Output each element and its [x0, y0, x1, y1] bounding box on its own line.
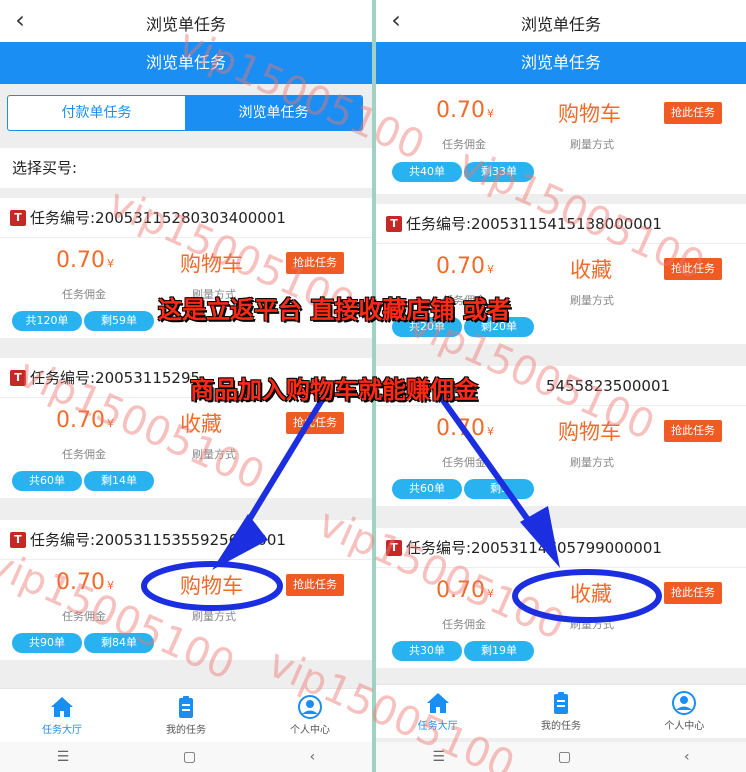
task-card-header: T 任务编号:20053115415138000001: [376, 204, 746, 244]
home-icon: [426, 693, 449, 713]
commission-label: 任务佣金: [62, 288, 106, 301]
total-orders-badge: 共40单: [392, 162, 462, 182]
tab-task-hall[interactable]: 任务大厅: [0, 689, 124, 742]
task-card-header: T 任务编号:20053114705799000001: [376, 528, 746, 568]
method-label: 刷量方式: [570, 456, 614, 469]
commission-label: 任务佣金: [62, 448, 106, 461]
back-icon[interactable]: ‹: [310, 749, 316, 765]
menu-icon[interactable]: ☰: [432, 749, 445, 765]
commission-price: 0.70 ¥: [436, 578, 494, 603]
commission-price: 0.70 ¥: [56, 248, 114, 273]
tab-browse-task[interactable]: 浏览单任务: [185, 96, 362, 130]
total-orders-badge: 共60单: [12, 471, 82, 491]
task-method: 收藏: [570, 582, 612, 606]
task-method: 收藏: [180, 412, 222, 436]
top-bar: ‹ 浏览单任务: [376, 0, 746, 42]
remaining-orders-badge: 剩59单: [84, 311, 154, 331]
overlay-caption-line1: 这是立返平台 直接收藏店铺 或者: [158, 296, 511, 324]
method-label: 刷量方式: [192, 610, 236, 623]
task-list: 0.70 ¥ 任务佣金 购物车 刷量方式 抢此任务 共40单 剩33单 T 任务编…: [376, 42, 746, 684]
home-square-icon[interactable]: ▢: [558, 749, 571, 765]
commission-label: 任务佣金: [442, 618, 486, 631]
commission-price: 0.70 ¥: [56, 408, 114, 433]
home-icon: [51, 697, 73, 717]
grab-task-button[interactable]: 抢此任务: [664, 102, 722, 124]
bottom-tab-bar: 任务大厅 我的任务 个人中心: [0, 688, 372, 742]
task-method: 购物车: [558, 102, 621, 126]
task-card: T 任务编号:20053115355925600001 0.70 ¥ 任务佣金 购…: [0, 520, 372, 660]
task-card-header: T 任务编号:20053115355925600001: [0, 520, 372, 560]
remaining-orders-badge: 剩33单: [464, 162, 534, 182]
remaining-orders-badge: 剩5: [464, 479, 534, 499]
method-label: 刷量方式: [570, 618, 614, 631]
bottom-tab-bar: 任务大厅 我的任务 个人中心: [376, 684, 746, 738]
system-nav-bar: ☰ ▢ ‹: [0, 742, 372, 772]
grab-task-button[interactable]: 抢此任务: [664, 582, 722, 604]
overlay-caption-line2: 商品加入购物车就能赚佣金: [190, 376, 478, 404]
remaining-orders-badge: 剩14单: [84, 471, 154, 491]
commission-label: 任务佣金: [62, 610, 106, 623]
task-list: T 任务编号:2005311528030340000​1 0.70 ¥ 任务佣金 …: [0, 198, 372, 692]
total-orders-badge: 共60单: [392, 479, 462, 499]
method-label: 刷量方式: [570, 294, 614, 307]
commission-price: 0.70 ¥: [436, 254, 494, 279]
back-icon[interactable]: ‹: [684, 749, 690, 765]
select-buyer-row[interactable]: 选择买号:: [0, 148, 372, 188]
tab-my-tasks[interactable]: 我的任务: [124, 689, 248, 742]
banner-title: 浏览单任务: [0, 42, 372, 84]
tmall-icon: T: [386, 539, 402, 556]
task-method: 收藏: [570, 258, 612, 282]
task-id: 任务编号:20053115415138000001: [406, 215, 662, 233]
clipboard-icon: [179, 696, 193, 718]
tab-task-hall[interactable]: 任务大厅: [376, 685, 499, 738]
total-orders-badge: 共30单: [392, 641, 462, 661]
home-square-icon[interactable]: ▢: [183, 749, 196, 765]
user-icon: [672, 691, 697, 715]
remaining-orders-badge: 剩19单: [464, 641, 534, 661]
grab-task-button[interactable]: 抢此任务: [286, 412, 344, 434]
task-id: 任务编号:20053115355925600001: [30, 531, 286, 549]
system-nav-bar: ☰ ▢ ‹: [376, 742, 746, 772]
task-card: 0.70 ¥ 任务佣金 购物车 刷量方式 抢此任务 共40单 剩33单: [376, 84, 746, 194]
tab-personal-center[interactable]: 个人中心: [623, 685, 746, 738]
commission-price: 0.70 ¥: [56, 570, 114, 595]
task-method: 购物车: [180, 574, 243, 598]
tab-payment-task[interactable]: 付款单任务: [8, 96, 185, 130]
grab-task-button[interactable]: 抢此任务: [286, 574, 344, 596]
tmall-icon: T: [10, 369, 26, 386]
task-method: 购物车: [180, 252, 243, 276]
tmall-icon: T: [10, 209, 26, 226]
clipboard-icon: [553, 692, 568, 714]
page-title: 浏览单任务: [520, 15, 601, 34]
page-title: 浏览单任务: [145, 15, 226, 34]
task-id: 任务编号:20053114705799000001: [406, 539, 662, 557]
task-id: 任务编号:20053115295: [30, 369, 201, 387]
commission-price: 0.70 ¥: [436, 416, 494, 441]
commission-label: 任务佣金: [442, 456, 486, 469]
task-id: 任务编号:2005311528030340000​1: [30, 209, 286, 227]
tmall-icon: T: [10, 531, 26, 548]
grab-task-button[interactable]: 抢此任务: [664, 258, 722, 280]
grab-task-button[interactable]: 抢此任务: [664, 420, 722, 442]
task-card: T 任务编号:20053114705799000001 0.70 ¥ 任务佣金 收…: [376, 528, 746, 668]
tab-personal-center[interactable]: 个人中心: [248, 689, 372, 742]
tab-my-tasks[interactable]: 我的任务: [499, 685, 622, 738]
user-icon: [298, 695, 322, 719]
grab-task-button[interactable]: 抢此任务: [286, 252, 344, 274]
task-method: 购物车: [558, 420, 621, 444]
commission-price: 0.70 ¥: [436, 98, 494, 123]
total-orders-badge: 共90单: [12, 633, 82, 653]
task-type-segment: 付款单任务 浏览单任务: [7, 95, 363, 131]
commission-label: 任务佣金: [442, 138, 486, 151]
tmall-icon: T: [386, 215, 402, 232]
method-label: 刷量方式: [192, 448, 236, 461]
method-label: 刷量方式: [570, 138, 614, 151]
total-orders-badge: 共120单: [12, 311, 82, 331]
remaining-orders-badge: 剩84单: [84, 633, 154, 653]
task-id: 5455823500001: [546, 376, 671, 395]
menu-icon[interactable]: ☰: [57, 749, 70, 765]
top-bar: ‹ 浏览单任务: [0, 0, 372, 42]
task-card-header: T 任务编号:2005311528030340000​1: [0, 198, 372, 238]
